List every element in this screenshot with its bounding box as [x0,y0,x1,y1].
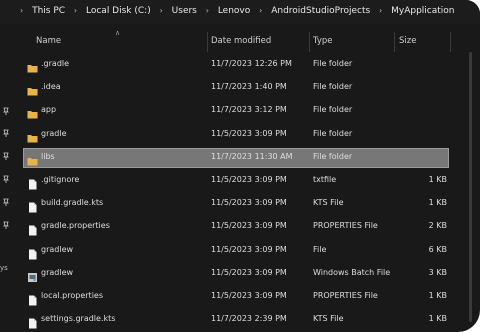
file-date-modified: 11/5/2023 3:09 PM [211,244,287,254]
list-item[interactable]: local.properties 11/5/2023 3:09 PM PROPERT… [0,286,480,308]
file-date-modified: 11/5/2023 3:09 PM [211,128,287,138]
breadcrumb-item[interactable]: Local Disk (C:) [86,6,151,16]
file-date-modified: 11/5/2023 3:09 PM [211,221,287,231]
folder-icon [27,152,38,166]
file-date-modified: 11/7/2023 3:12 PM [211,105,287,115]
file-explorer-window: › This PC › Local Disk (C:) › Users › Le… [0,0,480,332]
file-size: 1 KB [428,291,447,300]
file-type: File [313,244,327,254]
file-date-modified: 11/5/2023 3:09 PM [211,267,287,277]
chevron-right-icon: › [20,6,24,15]
list-item[interactable]: gradlew 11/5/2023 3:09 PM Windows Batch Fi… [0,263,480,285]
file-type: File folder [313,82,353,92]
file-name: libs [41,151,55,161]
folder-icon [27,105,38,119]
file-type: PROPERTIES File [313,221,378,231]
file-date-modified: 11/7/2023 2:39 PM [211,314,287,324]
file-size: 1 KB [428,314,447,324]
column-header-size[interactable]: Size [399,36,416,46]
file-type: txtfile [313,175,337,184]
file-icon [27,221,38,236]
file-name: gradlew [41,244,74,254]
file-type: File folder [313,59,353,68]
file-size: 2 KB [428,221,447,231]
file-icon [27,198,38,213]
vertical-scrollbar[interactable] [469,52,472,322]
address-bar[interactable]: › This PC › Local Disk (C:) › Users › Le… [0,0,480,24]
file-date-modified: 11/7/2023 11:30 AM [211,151,293,161]
file-size: 1 KB [428,175,447,184]
sort-ascending-icon: ∧ [115,29,121,37]
file-name: .gradle [41,59,70,68]
file-date-modified: 11/5/2023 3:09 PM [211,198,287,208]
chevron-right-icon: › [205,6,209,15]
list-item[interactable]: build.gradle.kts 11/5/2023 3:09 PM KTS Fil… [0,193,480,215]
breadcrumb-item[interactable]: Lenovo [218,6,250,16]
chevron-right-icon: › [73,6,78,15]
list-item[interactable]: .idea 11/7/2023 1:40 PM File folder [0,77,480,99]
file-name: .gitignore [41,175,80,184]
file-icon [27,245,38,260]
file-name: settings.gradle.kts [41,314,116,324]
breadcrumb-item[interactable]: This PC [32,6,65,16]
file-date-modified: 11/5/2023 3:09 PM [211,291,287,300]
chevron-right-icon: › [159,6,163,15]
file-name: build.gradle.kts [41,198,104,208]
list-item[interactable]: libs 11/7/2023 11:30 AM File folder [0,147,480,169]
column-divider[interactable] [309,32,310,52]
list-item[interactable]: gradlew 11/5/2023 3:09 PM File 6 KB [0,240,480,262]
list-item[interactable]: gradle.properties 11/5/2023 3:09 PM PROPER… [0,216,480,238]
column-header-row: ∧ Name Date modified Type Size [0,29,480,52]
file-size: 3 KB [428,267,447,277]
file-type: File folder [313,151,353,161]
file-type: File folder [313,128,353,138]
folder-icon [27,129,38,143]
file-type: Windows Batch File [313,267,391,277]
list-item[interactable]: gradle 11/5/2023 3:09 PM File folder [0,124,480,146]
breadcrumb-item[interactable]: Users [172,6,197,16]
list-item[interactable]: .gitignore 11/5/2023 3:09 PM txtfile 1 KB [0,170,480,192]
folder-icon [27,82,38,96]
file-type: PROPERTIES File [313,291,378,300]
breadcrumb-item[interactable]: AndroidStudioProjects [271,6,370,16]
breadcrumb: › This PC › Local Disk (C:) › Users › Le… [20,6,455,16]
batch-file-icon [27,268,38,282]
breadcrumb-item[interactable]: MyApplication [391,6,454,16]
file-type: KTS File [313,198,344,208]
file-icon [27,175,38,190]
file-name: .idea [41,82,61,92]
column-header-date[interactable]: Date modified [211,36,271,46]
file-name: gradlew [41,267,74,277]
column-header-type[interactable]: Type [313,36,333,46]
folder-icon [27,59,38,73]
file-size: 6 KB [428,244,447,254]
column-header-name[interactable]: Name [36,36,61,46]
chevron-right-icon: › [259,6,263,15]
file-icon [27,291,38,306]
column-divider[interactable] [394,32,395,52]
file-size: 1 KB [428,198,447,208]
list-item[interactable]: .gradle 11/7/2023 12:26 PM File folder [0,54,480,76]
list-item[interactable]: app 11/7/2023 3:12 PM File folder [0,100,480,122]
file-name: gradle.properties [41,221,110,231]
file-icon [27,314,38,329]
list-item[interactable]: settings.gradle.kts 11/7/2023 2:39 PM KTS … [0,309,480,331]
file-date-modified: 11/7/2023 1:40 PM [211,82,287,92]
chevron-right-icon: › [379,6,383,15]
file-type: File folder [313,105,353,115]
file-date-modified: 11/7/2023 12:26 PM [211,59,292,68]
file-name: gradle [41,128,67,138]
file-name: app [41,105,57,115]
file-name: local.properties [41,291,104,300]
file-date-modified: 11/5/2023 3:09 PM [211,175,287,184]
column-divider[interactable] [207,32,208,52]
file-type: KTS File [313,314,344,324]
column-divider[interactable] [450,32,451,52]
